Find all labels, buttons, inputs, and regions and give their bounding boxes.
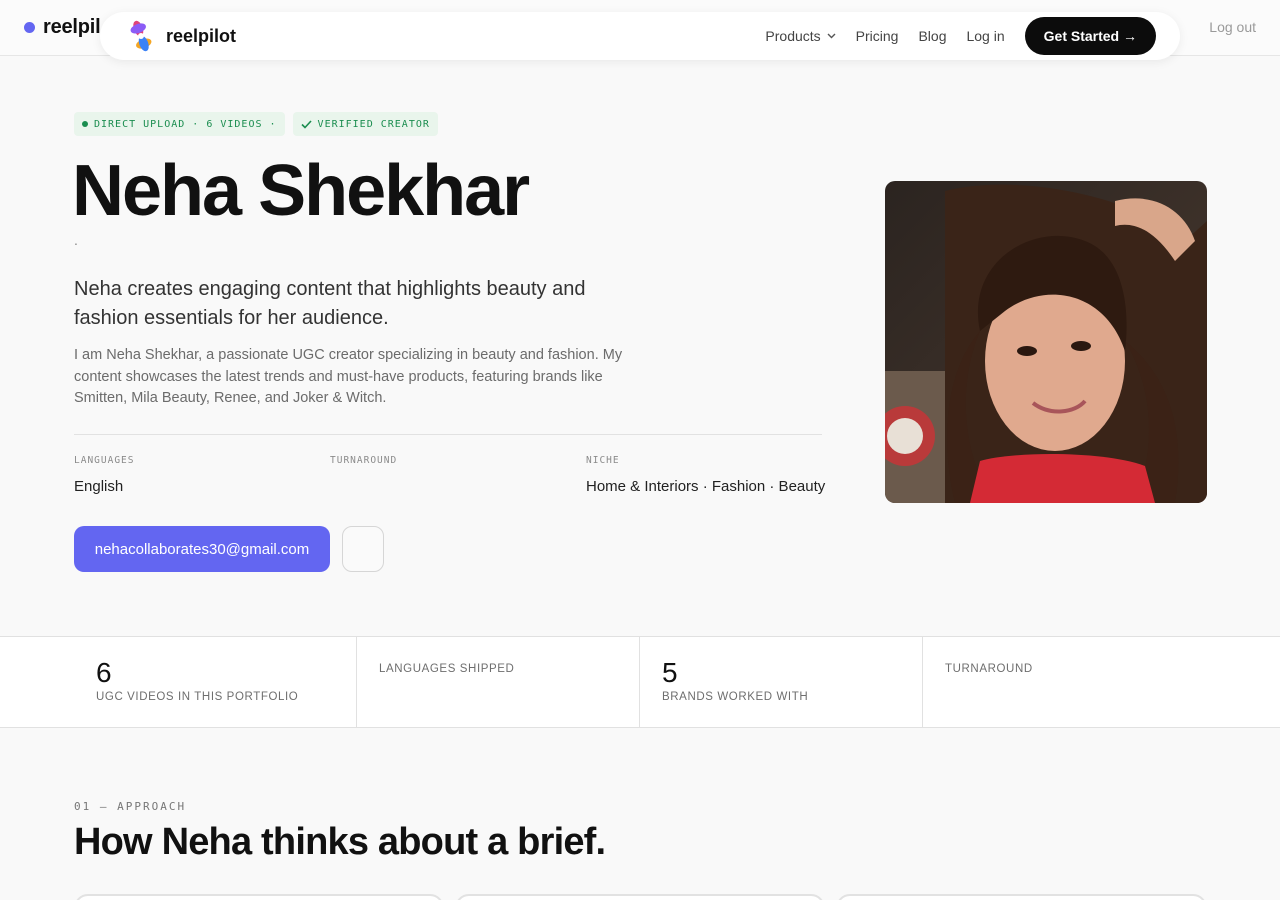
meta-niche-value: Home & Interiors · Fashion · Beauty	[586, 478, 826, 495]
meta-niche: NICHE Home & Interiors · Fashion · Beaut…	[586, 455, 825, 495]
approach-card	[74, 894, 444, 900]
stat-videos-label: UGC VIDEOS IN THIS PORTFOLIO	[96, 691, 299, 703]
nav-logo-text: reelpilot	[166, 25, 237, 46]
main-nav: reelpilot Products Pricing Blog Log in G…	[100, 12, 1180, 60]
email-button[interactable]: nehacollaborates30@gmail.com	[74, 526, 330, 572]
meta-niche-label: NICHE	[586, 455, 620, 466]
direct-upload-badge: DIRECT UPLOAD · 6 VIDEOS ·	[74, 112, 285, 136]
stat-divider	[639, 637, 640, 727]
pinwheel-logo-icon	[130, 20, 152, 52]
nav-pricing[interactable]: Pricing	[856, 28, 899, 44]
name-suffix: .	[74, 232, 78, 248]
top-brand[interactable]: reelpil	[24, 16, 101, 39]
stat-brands-value: 5	[662, 657, 678, 688]
stat-divider	[356, 637, 357, 727]
check-icon	[300, 119, 312, 129]
stat-turnaround-label: TURNAROUND	[945, 663, 1033, 675]
stat-brands-label: BRANDS WORKED WITH	[662, 691, 809, 703]
divider	[74, 434, 822, 435]
meta-languages-label: LANGUAGES	[74, 455, 135, 466]
chevron-down-icon	[827, 33, 836, 39]
approach-card	[836, 894, 1207, 900]
nav-login[interactable]: Log in	[966, 28, 1004, 44]
top-brand-text: reelpil	[43, 16, 101, 38]
stat-videos: 6 UGC VIDEOS IN THIS PORTFOLIO	[96, 637, 336, 727]
meta-turnaround: TURNAROUND	[330, 455, 397, 478]
stat-languages-label: LANGUAGES SHIPPED	[379, 663, 515, 675]
section-heading: How Neha thinks about a brief.	[74, 821, 606, 863]
nav-products-label: Products	[765, 28, 821, 44]
nav-logo[interactable]: reelpilot	[124, 19, 236, 53]
verified-badge: VERIFIED CREATOR	[292, 112, 438, 136]
verified-badge-label: VERIFIED CREATOR	[317, 118, 430, 130]
direct-upload-badge-label: DIRECT UPLOAD · 6 VIDEOS ·	[94, 118, 277, 130]
nav-products[interactable]: Products	[765, 28, 836, 44]
approach-card	[455, 894, 825, 900]
creator-photo	[885, 181, 1207, 503]
creator-badges: DIRECT UPLOAD · 6 VIDEOS · VERIFIED CREA…	[74, 112, 438, 136]
stats-strip: 6 UGC VIDEOS IN THIS PORTFOLIO LANGUAGES…	[0, 636, 1280, 728]
get-started-button[interactable]: Get Started →	[1024, 17, 1156, 55]
meta-languages-value: English	[74, 478, 124, 495]
stat-videos-value: 6	[96, 657, 112, 688]
section-eyebrow: 01 — APPROACH	[74, 800, 187, 813]
brand-dot-icon	[24, 22, 35, 33]
stat-divider	[922, 637, 923, 727]
logout-link[interactable]: Log out	[1209, 19, 1256, 35]
nav-blog[interactable]: Blog	[918, 28, 946, 44]
meta-languages: LANGUAGES English	[74, 455, 134, 495]
nav-links: Products Pricing Blog Log in Get Started…	[765, 17, 1156, 55]
stat-brands: 5 BRANDS WORKED WITH	[662, 637, 902, 727]
creator-bio: I am Neha Shekhar, a passionate UGC crea…	[74, 347, 623, 406]
stat-languages: LANGUAGES SHIPPED	[379, 637, 619, 727]
meta-turnaround-label: TURNAROUND	[330, 455, 398, 466]
creator-tagline: Neha creates engaging content that highl…	[74, 278, 586, 329]
stat-turnaround: TURNAROUND	[945, 637, 1185, 727]
secondary-action-button[interactable]	[342, 526, 384, 572]
creator-name: Neha Shekhar	[72, 151, 530, 231]
status-dot-icon	[82, 121, 88, 127]
